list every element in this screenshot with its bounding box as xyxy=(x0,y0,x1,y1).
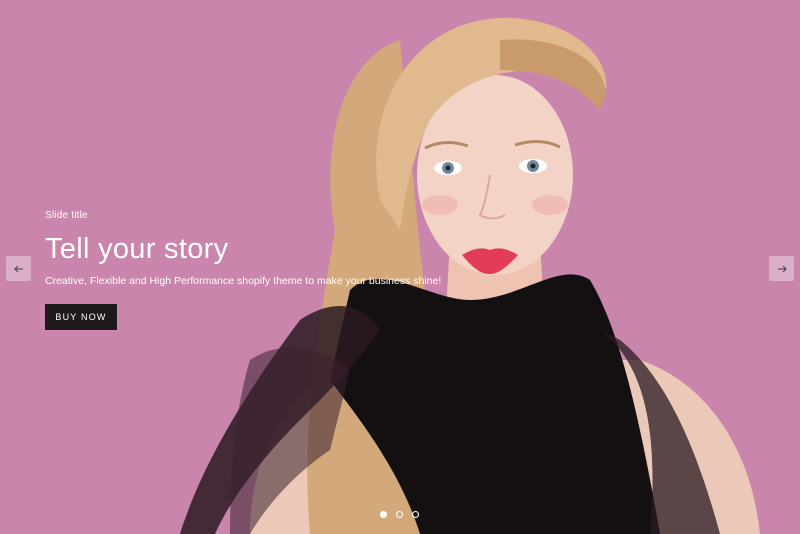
pagination-dot-3[interactable] xyxy=(412,511,419,518)
slide-heading: Tell your story xyxy=(45,233,229,265)
arrow-left-icon xyxy=(13,265,23,272)
slide-subtitle: Slide title xyxy=(45,210,88,221)
prev-slide-button[interactable] xyxy=(6,256,31,281)
hero-slideshow: Slide title Tell your story Creative, Fl… xyxy=(0,0,800,534)
slide-pagination xyxy=(380,511,419,518)
pagination-dot-1[interactable] xyxy=(380,511,387,518)
pagination-dot-2[interactable] xyxy=(396,511,403,518)
next-slide-button[interactable] xyxy=(769,256,794,281)
arrow-right-icon xyxy=(777,265,787,272)
buy-now-button[interactable]: BUY NOW xyxy=(45,304,117,330)
slide-content: Slide title Tell your story Creative, Fl… xyxy=(45,210,441,330)
slide-description: Creative, Flexible and High Performance … xyxy=(45,275,442,287)
